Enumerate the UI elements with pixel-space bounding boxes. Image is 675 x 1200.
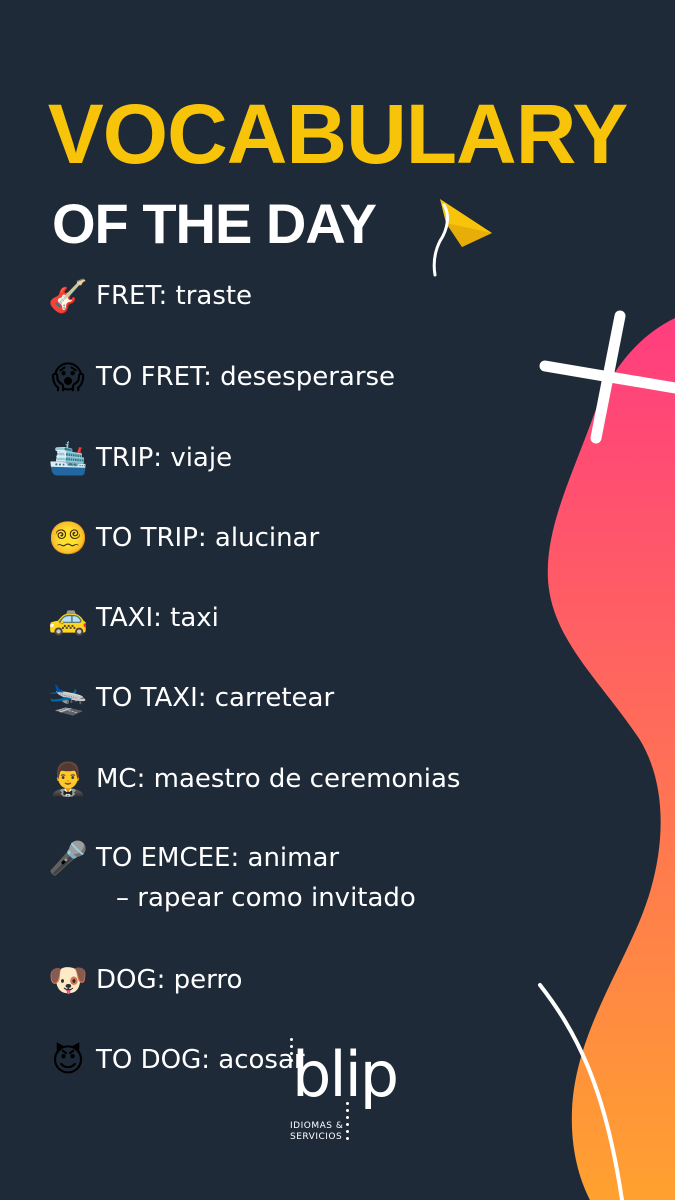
vocab-item-to-trip: 😵‍💫 TO TRIP: alucinar (46, 516, 319, 560)
vocab-item-mc: 🤵‍♂️ MC: maestro de ceremonias (46, 757, 460, 801)
chevron-right-icon (432, 199, 492, 277)
airplane-icon: 🛬 (48, 679, 88, 717)
vocab-item-text: TO TRIP: alucinar (96, 523, 320, 553)
microphone-icon: 🎤 (48, 839, 88, 877)
blip-logo: blip IDIOMAS & SERVICIOS (288, 1038, 399, 1156)
title-vocabulary: VOCABULARY (47, 87, 629, 181)
vocab-item-text-continued: – rapear como invitado (116, 883, 416, 913)
logo-subtitle-line1: IDIOMAS & (290, 1121, 344, 1131)
ship-icon: 🛳️ (48, 439, 88, 477)
logo-wordmark: blip (292, 1038, 399, 1111)
logo-dots (346, 1102, 350, 1152)
devil-face-icon: 😈 (51, 1041, 85, 1079)
logo-subtitle-line2: SERVICIOS (290, 1132, 343, 1142)
vocabulary-card: VOCABULARY OF THE DAY 🎸 FRET: traste 😱 T… (0, 0, 675, 1200)
vocab-item-dog: 🐶 DOG: perro (46, 958, 242, 1002)
vocab-item-text: TO DOG: acosar (96, 1045, 305, 1075)
vocab-item-text: TRIP: viaje (96, 443, 233, 473)
vocab-item-to-taxi: 🛬 TO TAXI: carretear (46, 676, 334, 720)
vocab-item-text: MC: maestro de ceremonias (96, 764, 461, 794)
screaming-face-icon: 😱 (51, 358, 85, 396)
vocab-item-fret: 🎸 FRET: traste (46, 274, 252, 318)
vocab-item-text: TO EMCEE: animar (96, 843, 340, 873)
dizzy-face-icon: 😵‍💫 (48, 519, 88, 557)
vocab-item-text: TO TAXI: carretear (96, 683, 335, 713)
vocab-item-taxi: 🚕 TAXI: taxi (46, 596, 219, 640)
vocab-item-to-fret: 😱 TO FRET: desesperarse (46, 355, 395, 399)
taxi-icon: 🚕 (48, 599, 88, 637)
vocab-item-trip: 🛳️ TRIP: viaje (46, 436, 232, 480)
vocab-item-text: TAXI: taxi (96, 603, 219, 633)
vocab-item-text: DOG: perro (96, 965, 243, 995)
man-in-tuxedo-icon: 🤵‍♂️ (48, 760, 88, 798)
dog-face-icon: 🐶 (48, 961, 88, 999)
guitar-icon: 🎸 (48, 277, 88, 315)
gradient-blob (547, 318, 675, 1200)
vocab-item-text: FRET: traste (96, 281, 253, 311)
vocab-item-text: TO FRET: desesperarse (96, 362, 396, 392)
title-of-the-day: OF THE DAY (52, 192, 377, 255)
vocab-item-to-dog: 😈 TO DOG: acosar (46, 1038, 305, 1082)
vocab-item-to-emcee: 🎤 TO EMCEE: animar – rapear como invitad… (46, 836, 416, 918)
